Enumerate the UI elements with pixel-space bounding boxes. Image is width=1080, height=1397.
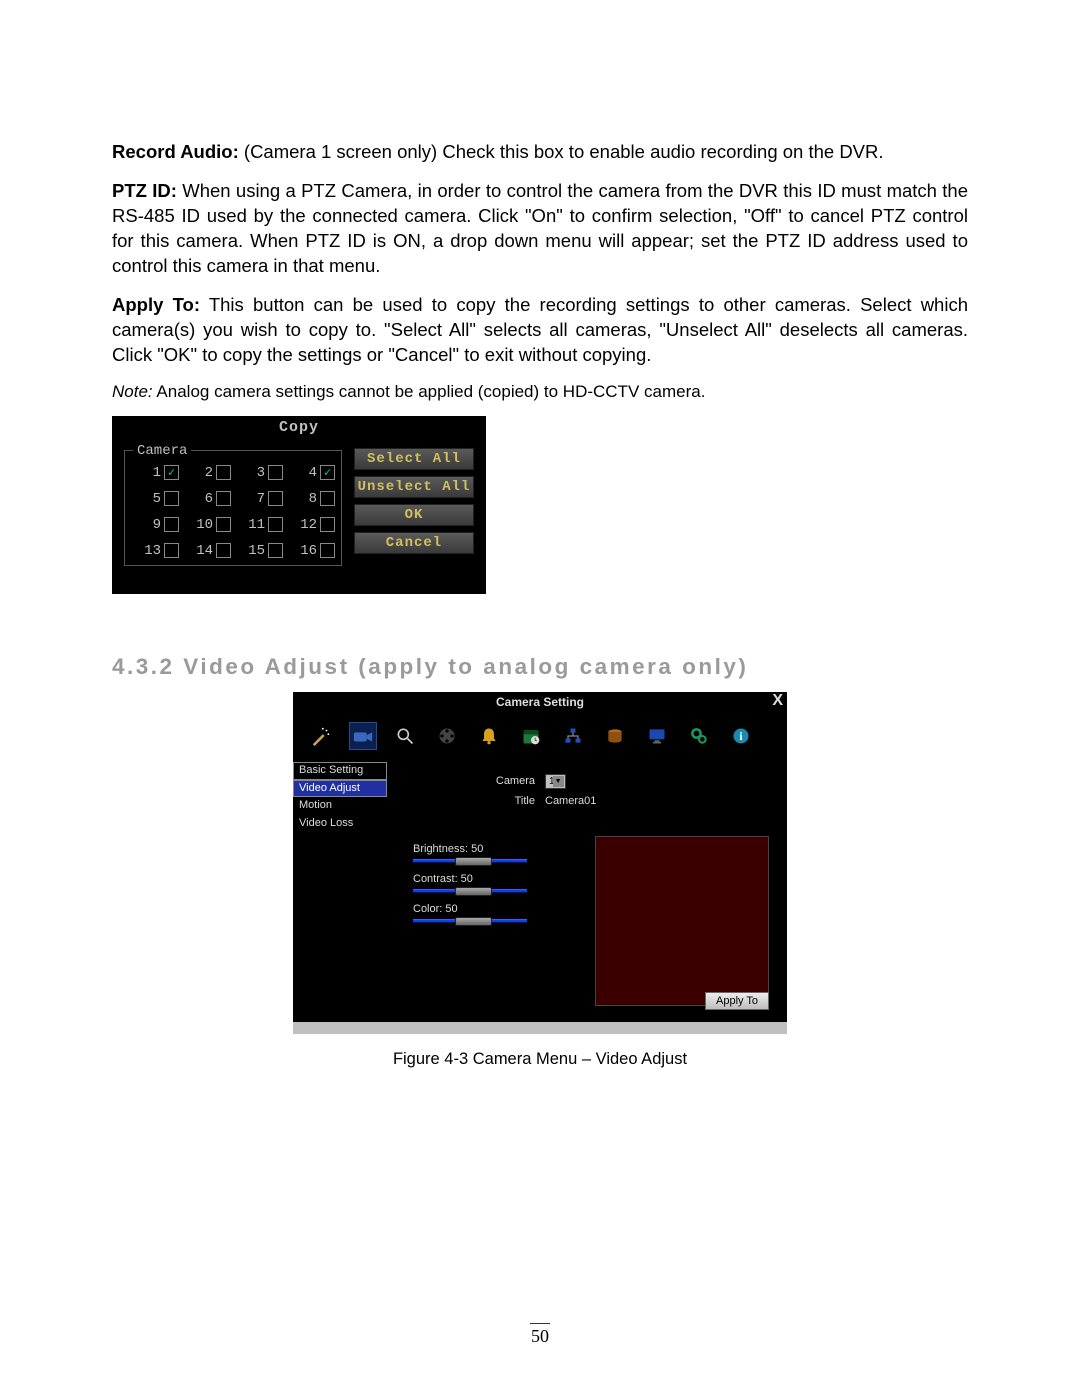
toolbar: i: [293, 712, 787, 762]
title-label: Title: [485, 795, 535, 807]
camera-setting-title: Camera Setting: [496, 695, 584, 709]
para-record-audio: Record Audio: (Camera 1 screen only) Che…: [112, 140, 968, 165]
camera-checkbox-3[interactable]: 3: [235, 465, 283, 481]
checkbox-icon: [216, 517, 231, 532]
checkbox-icon: [268, 517, 283, 532]
wand-icon[interactable]: [307, 722, 335, 750]
close-icon[interactable]: X: [772, 692, 783, 710]
checkbox-icon: [268, 491, 283, 506]
apply-to-button[interactable]: Apply To: [705, 992, 769, 1010]
note-analog: Note: Analog camera settings cannot be a…: [112, 382, 968, 402]
slider-thumb[interactable]: [455, 857, 492, 866]
checkbox-icon: [268, 465, 283, 480]
info-icon[interactable]: i: [727, 722, 755, 750]
page-number: 50: [0, 1323, 1080, 1347]
cancel-button[interactable]: Cancel: [354, 532, 474, 554]
ok-button[interactable]: OK: [354, 504, 474, 526]
checkbox-icon: [268, 543, 283, 558]
camera-checkbox-9[interactable]: 9: [131, 517, 179, 533]
checkbox-icon: ✓: [320, 465, 335, 480]
display-icon[interactable]: [643, 722, 671, 750]
sidebar-item-video-loss[interactable]: Video Loss: [293, 815, 387, 833]
camera-checkbox-7[interactable]: 7: [235, 491, 283, 507]
checkbox-icon: [164, 491, 179, 506]
camera-checkbox-5[interactable]: 5: [131, 491, 179, 507]
checkbox-icon: [216, 465, 231, 480]
camera-checkbox-12[interactable]: 12: [287, 517, 335, 533]
camera-icon[interactable]: [349, 722, 377, 750]
checkbox-icon: [216, 491, 231, 506]
slider-track[interactable]: [413, 889, 527, 893]
camera-setting-dialog: Camera Setting X: [293, 692, 787, 1034]
checkbox-icon: [320, 517, 335, 532]
camera-checkbox-10[interactable]: 10: [183, 517, 231, 533]
video-preview: [595, 836, 769, 1006]
network-icon[interactable]: [559, 722, 587, 750]
chevron-down-icon: ▼: [553, 776, 564, 787]
content-pane: Camera 1 ▼ Title Camera01 Brightness: 50…: [387, 762, 787, 1022]
sidebar-item-video-adjust[interactable]: Video Adjust: [293, 780, 387, 798]
para-ptz-id: PTZ ID: When using a PTZ Camera, in orde…: [112, 179, 968, 279]
slider-track[interactable]: [413, 859, 527, 863]
figure-caption: Figure 4-3 Camera Menu – Video Adjust: [112, 1050, 968, 1069]
footer-strip: [293, 1022, 787, 1034]
camera-checkbox-13[interactable]: 13: [131, 543, 179, 559]
checkbox-icon: [164, 543, 179, 558]
camera-checkbox-1[interactable]: 1✓: [131, 465, 179, 481]
camera-checkbox-14[interactable]: 14: [183, 543, 231, 559]
camera-legend: Camera: [133, 443, 191, 459]
title-value: Camera01: [545, 795, 596, 807]
sidebar-item-basic-setting[interactable]: Basic Setting: [293, 762, 387, 780]
camera-setting-titlebar: Camera Setting X: [293, 692, 787, 712]
checkbox-icon: [320, 543, 335, 558]
schedule-icon[interactable]: [517, 722, 545, 750]
camera-fieldset: Camera 1✓234✓5678910111213141516: [124, 450, 342, 566]
select-all-button[interactable]: Select All: [354, 448, 474, 470]
camera-checkbox-6[interactable]: 6: [183, 491, 231, 507]
bell-icon[interactable]: [475, 722, 503, 750]
camera-checkbox-8[interactable]: 8: [287, 491, 335, 507]
search-icon[interactable]: [391, 722, 419, 750]
disk-icon[interactable]: [601, 722, 629, 750]
checkbox-icon: [216, 543, 231, 558]
sidebar-item-motion[interactable]: Motion: [293, 797, 387, 815]
camera-checkbox-2[interactable]: 2: [183, 465, 231, 481]
checkbox-icon: ✓: [164, 465, 179, 480]
para-apply-to: Apply To: This button can be used to cop…: [112, 293, 968, 368]
checkbox-icon: [164, 517, 179, 532]
sidebar: Basic SettingVideo AdjustMotionVideo Los…: [293, 762, 387, 1022]
camera-checkbox-4[interactable]: 4✓: [287, 465, 335, 481]
slider-thumb[interactable]: [455, 917, 492, 926]
copy-dialog: Copy Camera 1✓234✓ 5678 9101112 13141516 Se…: [112, 416, 486, 594]
section-heading: 4.3.2 Video Adjust (apply to analog came…: [112, 654, 968, 680]
film-icon[interactable]: [433, 722, 461, 750]
camera-checkbox-16[interactable]: 16: [287, 543, 335, 559]
camera-label: Camera: [485, 775, 535, 787]
slider-thumb[interactable]: [455, 887, 492, 896]
gear-icon[interactable]: [685, 722, 713, 750]
copy-dialog-title: Copy: [112, 416, 486, 440]
camera-checkbox-11[interactable]: 11: [235, 517, 283, 533]
camera-dropdown[interactable]: 1 ▼: [545, 774, 566, 789]
checkbox-icon: [320, 491, 335, 506]
slider-track[interactable]: [413, 919, 527, 923]
unselect-all-button[interactable]: Unselect All: [354, 476, 474, 498]
camera-checkbox-15[interactable]: 15: [235, 543, 283, 559]
